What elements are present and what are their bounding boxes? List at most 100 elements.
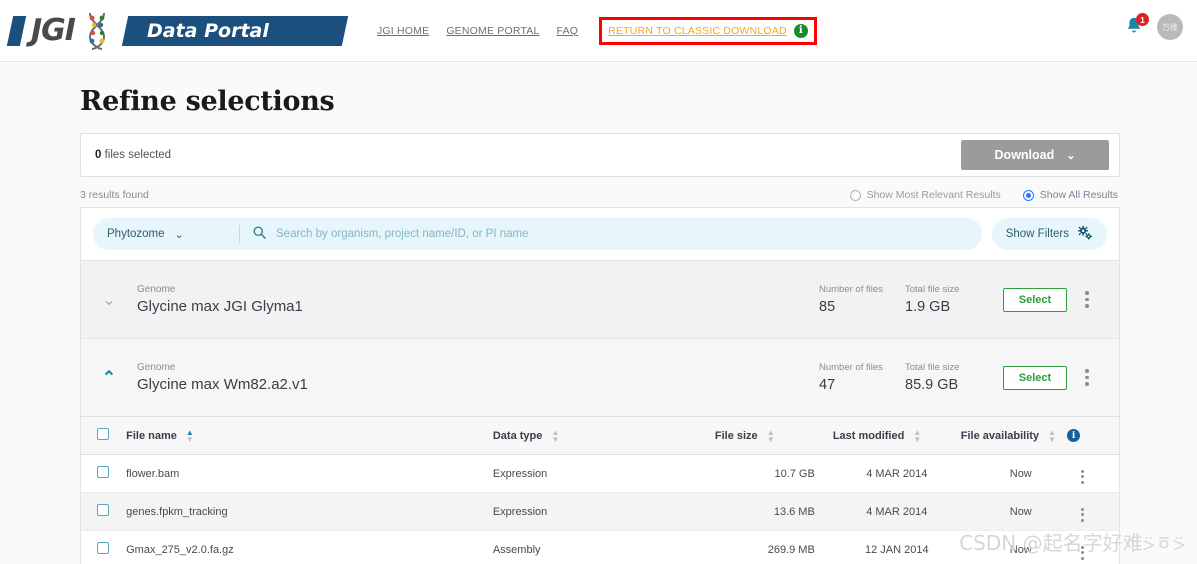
page-body: Refine selections 0 files selected Downl… — [0, 62, 1197, 564]
notification-badge: 1 — [1136, 13, 1149, 26]
files-selected-label: files selected — [101, 149, 172, 161]
collapse-toggle[interactable]: ⌃ — [81, 368, 137, 388]
column-label: File name — [126, 429, 177, 442]
stat-label: Total file size — [905, 362, 960, 373]
cell-file-size: 269.9 MB — [714, 530, 833, 564]
row-checkbox-cell[interactable] — [81, 454, 127, 493]
row-checkbox-cell[interactable] — [81, 530, 127, 564]
radio-label: Show Most Relevant Results — [866, 189, 1001, 201]
brand-logo[interactable]: JGI Data Portal — [0, 11, 349, 51]
notifications-button[interactable]: 1 — [1123, 13, 1149, 39]
stat-value: 85.9 GB — [905, 377, 959, 393]
radio-icon-selected — [1022, 189, 1034, 201]
genome-name: Glycine max Wm82.a2.v1 — [137, 376, 308, 393]
page-title: Refine selections — [80, 86, 335, 117]
download-button-label: Download — [994, 148, 1055, 162]
column-file-size[interactable]: File size ▲ ▼ — [714, 416, 833, 455]
results-controls: 3 results found Show Most Relevant Resul… — [80, 189, 1120, 201]
logo-accent-bar — [6, 15, 27, 46]
highlight-annotation-box: RETURN TO CLASSIC DOWNLOAD i — [599, 16, 817, 45]
stat-value: 85 — [819, 299, 836, 315]
sort-icon[interactable]: ▲ ▼ — [1048, 428, 1056, 443]
cell-actions[interactable] — [1080, 454, 1119, 493]
expand-toggle[interactable]: ⌄ — [81, 290, 137, 310]
cell-actions[interactable] — [1080, 492, 1119, 531]
files-selected-text: 0 files selected — [95, 149, 171, 161]
checkbox-icon[interactable] — [97, 466, 109, 478]
banner-title: Data Portal — [146, 19, 269, 42]
cell-data-type: Assembly — [492, 530, 715, 564]
column-file-availability[interactable]: File availability ▲ ▼ i — [960, 416, 1081, 455]
genome-kind-label: Genome — [137, 362, 176, 373]
data-portal-banner: Data Portal — [121, 15, 349, 46]
column-label: Data type — [492, 429, 543, 442]
results-card: Phytozome ⌄ Search by organism, project … — [80, 207, 1120, 564]
column-label: Last modified — [832, 429, 905, 442]
checkbox-icon[interactable] — [97, 428, 109, 440]
sort-icon[interactable]: ▲ ▼ — [551, 428, 559, 443]
genome-result-row[interactable]: ⌄ Genome Glycine max JGI Glyma1 Number o… — [81, 260, 1119, 338]
cell-file-availability: Now — [960, 454, 1081, 493]
nav-jgi-home[interactable]: JGI HOME — [377, 25, 429, 37]
cell-data-type: Expression — [492, 492, 715, 531]
row-menu-icon[interactable] — [1067, 291, 1107, 308]
database-dropdown[interactable]: Phytozome ⌄ — [107, 228, 227, 241]
nav-faq[interactable]: FAQ — [557, 25, 579, 37]
genome-info: Genome Glycine max JGI Glyma1 — [137, 284, 819, 315]
column-last-modified[interactable]: Last modified ▲ ▼ — [832, 416, 961, 455]
select-all-header[interactable] — [81, 416, 127, 455]
row-menu-icon[interactable] — [1067, 369, 1107, 386]
checkbox-icon[interactable] — [97, 542, 109, 554]
nav-genome-portal[interactable]: GENOME PORTAL — [446, 25, 539, 37]
select-button[interactable]: Select — [1003, 365, 1067, 390]
search-input[interactable]: Search by organism, project name/ID, or … — [276, 228, 968, 240]
row-menu-icon[interactable] — [1080, 507, 1084, 522]
show-filters-button[interactable]: Show Filters — [991, 218, 1107, 250]
select-button[interactable]: Select — [1003, 287, 1067, 312]
stat-value: 47 — [819, 377, 836, 393]
sort-icon[interactable]: ▲ ▼ — [767, 428, 775, 443]
table-row[interactable]: genes.fpkm_tracking Expression 13.6 MB 4… — [81, 492, 1119, 531]
selection-summary-bar: 0 files selected Download ⌄ — [80, 133, 1120, 177]
chevron-down-icon: ⌄ — [174, 228, 184, 241]
avatar[interactable]: 万维 — [1157, 14, 1183, 40]
top-header-bar: JGI Data Portal JGI HOME GENOME PORTAL F… — [0, 0, 1197, 62]
table-row[interactable]: Gmax_275_v2.0.fa.gz Assembly 269.9 MB 12… — [81, 530, 1119, 564]
radio-show-most-relevant[interactable]: Show Most Relevant Results — [849, 189, 1001, 201]
results-filter-radios: Show Most Relevant Results Show All Resu… — [849, 189, 1118, 201]
cell-actions[interactable] — [1080, 530, 1119, 564]
sort-icon-active[interactable]: ▲ ▼ — [186, 428, 194, 443]
chevron-down-icon: ⌄ — [1066, 149, 1076, 162]
database-dropdown-value: Phytozome — [107, 228, 165, 240]
column-data-type[interactable]: Data type ▲ ▼ — [492, 416, 715, 455]
show-filters-label: Show Filters — [1005, 228, 1069, 240]
radio-show-all-results[interactable]: Show All Results — [1022, 189, 1118, 201]
cell-last-modified: 4 MAR 2014 — [832, 492, 961, 531]
cell-data-type: Expression — [492, 454, 715, 493]
file-table: File name ▲ ▼ Data type ▲ ▼ File size ▲ ▼ — [81, 416, 1119, 564]
row-menu-icon[interactable] — [1080, 545, 1084, 560]
stat-label: Total file size — [905, 284, 960, 295]
table-row[interactable]: flower.bam Expression 10.7 GB 4 MAR 2014… — [81, 454, 1119, 493]
row-menu-icon[interactable] — [1080, 469, 1084, 484]
radio-icon — [849, 189, 861, 201]
cell-file-name: genes.fpkm_tracking — [126, 492, 493, 531]
nav-return-to-classic-download[interactable]: RETURN TO CLASSIC DOWNLOAD — [608, 25, 787, 37]
genome-info: Genome Glycine max Wm82.a2.v1 — [137, 362, 819, 393]
checkbox-icon[interactable] — [97, 504, 109, 516]
genome-name: Glycine max JGI Glyma1 — [137, 298, 303, 315]
stat-value: 1.9 GB — [905, 299, 951, 315]
cell-last-modified: 12 JAN 2014 — [832, 530, 961, 564]
info-icon[interactable]: i — [1067, 429, 1081, 442]
row-checkbox-cell[interactable] — [81, 492, 127, 531]
genome-result-row[interactable]: ⌃ Genome Glycine max Wm82.a2.v1 Number o… — [81, 338, 1119, 416]
logo-text: JGI — [31, 13, 76, 48]
column-file-name[interactable]: File name ▲ ▼ — [126, 416, 493, 455]
column-label: File availability — [960, 429, 1040, 442]
results-count: 3 results found — [80, 189, 149, 201]
sort-icon[interactable]: ▲ ▼ — [913, 428, 921, 443]
info-icon[interactable]: i — [793, 23, 808, 38]
radio-label: Show All Results — [1039, 189, 1118, 201]
download-button[interactable]: Download ⌄ — [961, 140, 1109, 170]
stat-label: Number of files — [819, 362, 883, 373]
